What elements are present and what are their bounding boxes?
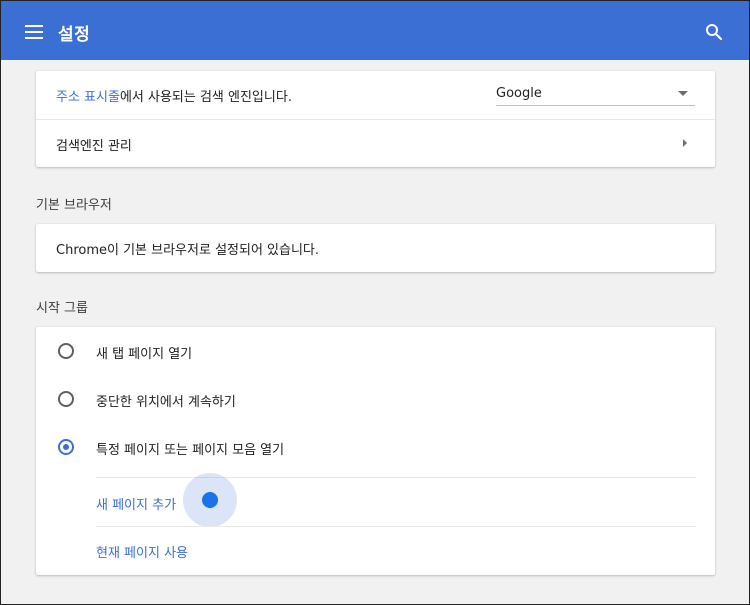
default-browser-section-title: 기본 브라우저 <box>36 198 112 213</box>
startup-option-label: 중단한 위치에서 계속하기 <box>96 395 236 410</box>
radio-button-unchecked[interactable] <box>58 343 74 359</box>
startup-option-specific-pages[interactable]: 특정 페이지 또는 페이지 모음 열기 <box>36 423 715 471</box>
default-browser-card: Chrome이 기본 브라우저로 설정되어 있습니다. <box>36 224 715 272</box>
dropdown-arrow-icon <box>678 91 688 96</box>
startup-option-continue[interactable]: 중단한 위치에서 계속하기 <box>36 375 715 423</box>
search-engine-select[interactable]: Google <box>496 83 695 106</box>
search-engine-description: 주소 표시줄에서 사용되는 검색 엔진입니다. <box>56 86 292 105</box>
address-bar-link[interactable]: 주소 표시줄 <box>56 90 120 105</box>
search-engine-row: 주소 표시줄에서 사용되는 검색 엔진입니다. Google <box>36 71 715 119</box>
startup-option-new-tab[interactable]: 새 탭 페이지 열기 <box>36 327 715 375</box>
chevron-right-icon <box>683 139 687 147</box>
use-current-pages-link[interactable]: 현재 페이지 사용 <box>96 542 188 561</box>
add-new-page-link[interactable]: 새 페이지 추가 <box>96 494 176 513</box>
search-engine-card: 주소 표시줄에서 사용되는 검색 엔진입니다. Google 검색엔진 관리 <box>36 71 715 167</box>
startup-section-title: 시작 그룹 <box>36 301 88 316</box>
search-engine-selected-value: Google <box>496 86 542 101</box>
top-toolbar: 설정 <box>1 1 749 60</box>
manage-search-engines-row[interactable]: 검색엔진 관리 <box>36 120 715 167</box>
radio-button-unchecked[interactable] <box>58 391 74 407</box>
menu-icon[interactable] <box>25 25 43 39</box>
settings-window: 설정 주소 표시줄에서 사용되는 검색 엔진입니다. Google 검색엔진 관… <box>0 0 750 605</box>
manage-search-engines-label: 검색엔진 관리 <box>56 139 132 154</box>
default-browser-row: Chrome이 기본 브라우저로 설정되어 있습니다. <box>36 224 715 272</box>
page-title: 설정 <box>58 25 91 45</box>
add-new-page-row: 새 페이지 추가 <box>36 478 715 526</box>
startup-card: 새 탭 페이지 열기 중단한 위치에서 계속하기 특정 페이지 또는 페이지 모… <box>36 327 715 575</box>
startup-option-label: 새 탭 페이지 열기 <box>96 347 193 362</box>
use-current-pages-row: 현재 페이지 사용 <box>36 527 715 575</box>
search-icon[interactable] <box>705 23 723 41</box>
search-engine-description-text: 에서 사용되는 검색 엔진입니다. <box>119 90 292 105</box>
default-browser-status: Chrome이 기본 브라우저로 설정되어 있습니다. <box>56 243 320 258</box>
startup-option-label: 특정 페이지 또는 페이지 모음 열기 <box>96 443 285 458</box>
radio-button-checked[interactable] <box>58 439 74 455</box>
